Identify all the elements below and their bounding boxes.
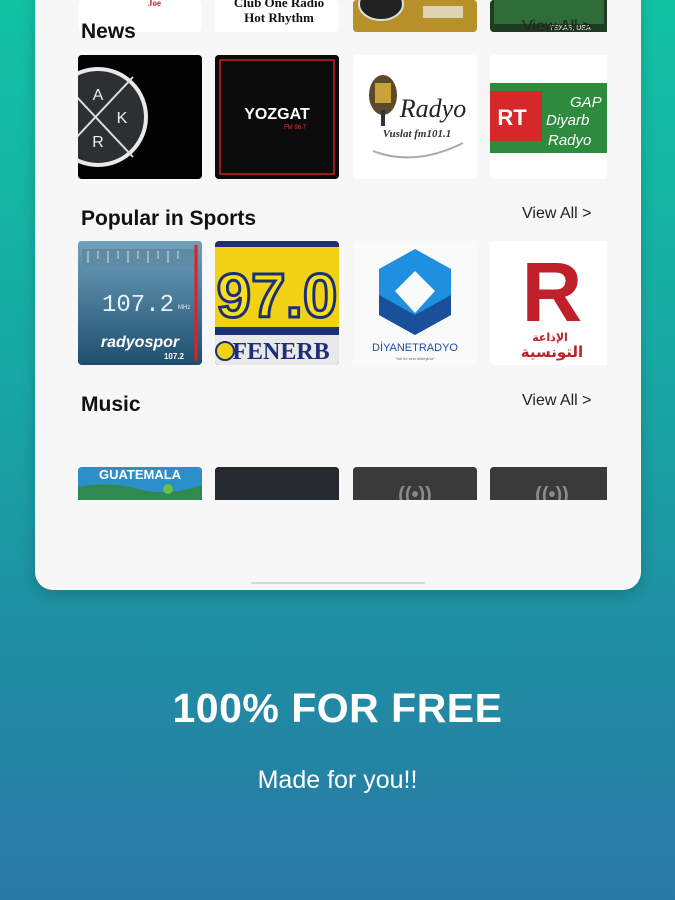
station-tile-music-1[interactable]: GUATEMALA xyxy=(78,467,202,500)
logo-letter-k: K xyxy=(117,110,128,127)
section-title-news: News xyxy=(81,20,136,43)
station-tile-music-4[interactable]: ((•)) xyxy=(490,467,607,500)
frequency-unit: MHz xyxy=(178,305,190,311)
content-viewport: Joe Club One Radio Hot Rhythm TEXAS, USA… xyxy=(35,0,607,500)
station-brand-number: 107.2 xyxy=(164,352,185,361)
station-tile-sports-4[interactable]: R الإذاعة التونسية xyxy=(490,241,607,365)
station-logo: ((•)) xyxy=(490,467,607,500)
station-logo: A K R xyxy=(78,55,202,179)
station-logo-sub: Vuslat fm101.1 xyxy=(383,128,451,140)
section-title-music: Music xyxy=(81,393,141,416)
station-logo-line2: Hot Rhythm xyxy=(244,10,314,25)
station-tile-sports-1[interactable]: 107.2 MHz radyospor 107.2 xyxy=(78,241,202,365)
station-logo-text: 97.0 xyxy=(217,262,338,331)
station-tile-news-3[interactable]: Radyo Vuslat fm101.1 xyxy=(353,55,477,179)
frequency-readout: 107.2 xyxy=(102,292,174,319)
station-logo-text: RT xyxy=(497,105,527,130)
station-logo: DİYANETRADYO "hür ile sesi dinleyiniz" xyxy=(353,241,477,365)
section-title-sports: Popular in Sports xyxy=(81,207,257,230)
station-tile-news-1[interactable]: A K R xyxy=(78,55,202,179)
station-logo-line2: Diyarb xyxy=(546,112,589,129)
station-logo-text: R xyxy=(522,245,583,339)
station-logo: GUATEMALA xyxy=(78,467,202,500)
station-tile-sports-3[interactable]: DİYANETRADYO "hür ile sesi dinleyiniz" xyxy=(353,241,477,365)
station-logo: RT GAP Diyarb Radyo xyxy=(490,55,607,179)
home-indicator xyxy=(251,582,425,584)
station-tile-news-2[interactable]: YOZGAT FM 96.7 xyxy=(215,55,339,179)
screen-content: Joe Club One Radio Hot Rhythm TEXAS, USA… xyxy=(35,0,641,590)
station-tile-sports-2[interactable]: 97.0 FENERB xyxy=(215,241,339,365)
station-logo-text: Joe xyxy=(148,0,161,8)
logo-letter-r: R xyxy=(92,134,104,151)
station-tile-top-2[interactable]: Club One Radio Hot Rhythm xyxy=(215,0,339,32)
station-logo: YOZGAT FM 96.7 xyxy=(215,55,339,179)
station-brand: radyospor xyxy=(101,334,180,351)
station-logo-sub: FM 96.7 xyxy=(284,125,307,131)
app-screen-card: Joe Club One Radio Hot Rhythm TEXAS, USA… xyxy=(35,0,641,590)
logo-letter-a: A xyxy=(93,87,104,104)
station-logo xyxy=(215,467,339,500)
promo-subline: Made for you!! xyxy=(257,766,418,794)
station-logo-arabic-1: الإذاعة xyxy=(532,332,568,344)
station-logo-line1: Club One Radio xyxy=(234,0,324,10)
station-logo: ((•)) xyxy=(353,467,477,500)
station-logo: R الإذاعة التونسية xyxy=(490,241,607,365)
station-logo-text: DİYANETRADYO xyxy=(372,341,458,354)
station-logo-tagline: "hür ile sesi dinleyiniz" xyxy=(395,356,435,361)
station-tile-top-3[interactable] xyxy=(353,0,477,32)
broadcast-icon: ((•)) xyxy=(398,484,432,500)
station-tile-news-4[interactable]: RT GAP Diyarb Radyo xyxy=(490,55,607,179)
promo-headline: 100% FOR FREE xyxy=(172,685,503,731)
station-logo: Radyo Vuslat fm101.1 xyxy=(353,55,477,179)
station-logo-line1: GAP xyxy=(570,94,602,111)
station-logo-arabic-2: التونسية xyxy=(521,344,583,361)
view-all-music-link[interactable]: View All > xyxy=(522,392,592,410)
station-logo xyxy=(353,0,477,32)
station-logo-text: GUATEMALA xyxy=(99,467,182,482)
station-logo: Club One Radio Hot Rhythm xyxy=(215,0,339,32)
broadcast-icon: ((•)) xyxy=(535,484,569,500)
station-tile-music-3[interactable]: ((•)) xyxy=(353,467,477,500)
station-logo-text: Radyo xyxy=(399,94,466,123)
station-tile-music-2[interactable] xyxy=(215,467,339,500)
station-logo-sub: FENERB xyxy=(232,339,329,365)
station-logo: 107.2 MHz radyospor 107.2 xyxy=(78,241,202,365)
station-logo-line3: Radyo xyxy=(548,132,591,149)
view-all-sports-link[interactable]: View All > xyxy=(522,205,592,223)
view-all-news-link[interactable]: View All > xyxy=(522,18,592,36)
music-row: GUATEMALA ((•)) ((•)) xyxy=(35,467,607,500)
station-logo: 97.0 FENERB xyxy=(215,241,339,365)
station-logo-text: YOZGAT xyxy=(244,106,310,123)
